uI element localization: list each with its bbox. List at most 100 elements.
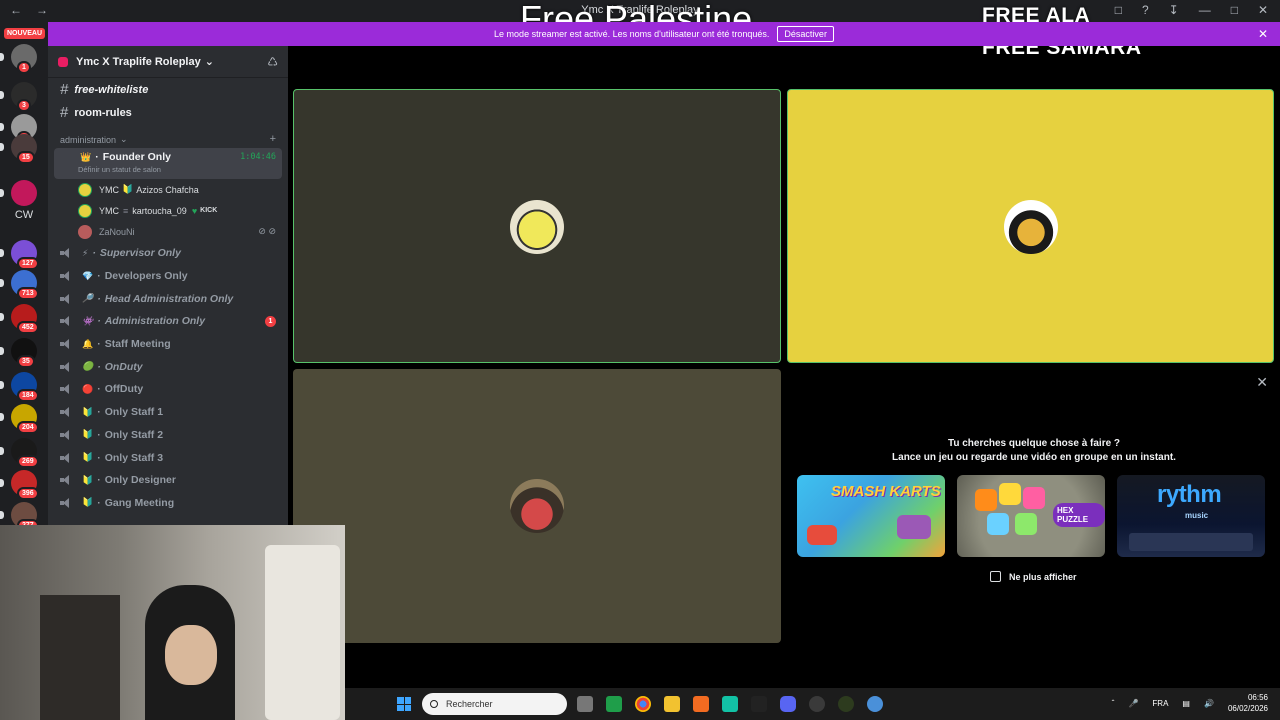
separator-icon: ≡ bbox=[123, 205, 129, 216]
help-icon[interactable]: ? bbox=[1142, 3, 1149, 17]
mention-badge: 3 bbox=[17, 99, 31, 112]
speaker-icon bbox=[60, 407, 72, 418]
voice-channel[interactable]: 🔰 · Only Staff 3 bbox=[48, 446, 288, 469]
voice-channel[interactable]: 🔎 · Head Administration Only bbox=[48, 287, 288, 310]
voice-channel[interactable]: 🔰 · Only Designer bbox=[48, 469, 288, 492]
add-member-icon[interactable]: ♺ bbox=[267, 55, 278, 69]
date: 06/02/2026 bbox=[1227, 704, 1268, 713]
voice-member[interactable]: YMC ≡ kartoucha_09 ♥ KICK bbox=[48, 200, 288, 221]
download-icon[interactable]: ↧ bbox=[1169, 3, 1179, 17]
microphone-icon[interactable]: 🎤 bbox=[1128, 699, 1138, 708]
voice-member[interactable]: ZaNouNi ⊘ ⊘ bbox=[48, 221, 288, 242]
speaker-icon bbox=[60, 361, 72, 372]
hex-tile bbox=[975, 489, 997, 511]
crown-icon: 👑 bbox=[80, 151, 92, 162]
game-title: SMASH KARTS bbox=[831, 483, 941, 500]
channel-status[interactable]: Définir un statut de salon bbox=[60, 165, 282, 174]
taskbar-search[interactable]: Rechercher bbox=[422, 693, 567, 715]
search-placeholder: Rechercher bbox=[446, 699, 493, 709]
text-channel-free-whiteliste[interactable]: # free-whiteliste bbox=[48, 78, 288, 101]
bullet-dot: · bbox=[97, 292, 101, 305]
voice-channel[interactable]: 👾 · Administration Only 1 bbox=[48, 310, 288, 333]
bullet-dot: · bbox=[97, 315, 101, 328]
clock[interactable]: 06:56 06/02/2026 bbox=[1228, 692, 1268, 714]
text-channel-room-rules[interactable]: # room-rules bbox=[48, 101, 288, 124]
volume-icon[interactable]: 🔊 bbox=[1204, 699, 1214, 708]
disable-streamer-button[interactable]: Désactiver bbox=[777, 26, 834, 42]
call-timer: 1:04:46 bbox=[240, 152, 276, 162]
member-tag: YMC bbox=[99, 184, 119, 195]
chrome-icon[interactable] bbox=[635, 696, 651, 712]
webcam-face bbox=[165, 625, 217, 685]
voice-channel[interactable]: ⚡ · Supervisor Only bbox=[48, 242, 288, 265]
minimize-icon[interactable]: — bbox=[1199, 3, 1211, 17]
channel-emoji-icon: 🔰 bbox=[82, 406, 94, 417]
voice-channel[interactable]: 🟢 · OnDuty bbox=[48, 355, 288, 378]
file-explorer-icon[interactable] bbox=[664, 696, 680, 712]
category-administration[interactable]: administration ⌄ + bbox=[48, 124, 288, 148]
close-icon[interactable]: ✕ bbox=[1256, 374, 1268, 391]
bullet-dot: · bbox=[97, 360, 101, 373]
channel-label: Developers Only bbox=[104, 270, 188, 283]
app-icon[interactable] bbox=[838, 696, 854, 712]
app-icon[interactable] bbox=[693, 696, 709, 712]
muted-deafened-icon: ⊘ ⊘ bbox=[258, 226, 276, 236]
voice-channel[interactable]: 🔰 · Only Staff 2 bbox=[48, 424, 288, 447]
close-window-icon[interactable]: ✕ bbox=[1258, 3, 1268, 17]
server-name: Ymc X Traplife Roleplay bbox=[76, 55, 201, 68]
voice-member[interactable]: YMC 🔰 Azizos Chafcha bbox=[48, 179, 288, 200]
webcam-furniture bbox=[40, 595, 120, 720]
bullet-dot: · bbox=[97, 270, 101, 283]
settings-icon[interactable] bbox=[867, 696, 883, 712]
activity-suggestions: ✕ Tu cherches quelque chose à faire ? La… bbox=[788, 370, 1280, 644]
speaker-icon bbox=[60, 271, 72, 282]
bullet-dot: · bbox=[97, 338, 101, 351]
chevron-down-icon: ⌄ bbox=[204, 56, 214, 68]
voice-channel[interactable]: 🔰 · Gang Meeting bbox=[48, 492, 288, 515]
mention-badge: 35 bbox=[17, 355, 35, 368]
inbox-icon[interactable]: □ bbox=[1115, 3, 1122, 17]
hex-tile bbox=[1015, 513, 1037, 535]
channel-label: Supervisor Only bbox=[99, 247, 181, 260]
game-card-hex-puzzle[interactable]: HEX PUZZLE bbox=[957, 475, 1105, 557]
voice-channel[interactable]: 🔔 · Staff Meeting bbox=[48, 333, 288, 356]
video-tile-3[interactable] bbox=[293, 369, 781, 643]
obs-icon[interactable] bbox=[809, 696, 825, 712]
game-card-rythm[interactable]: rythm music bbox=[1117, 475, 1265, 557]
bullet-dot: · bbox=[97, 474, 101, 487]
maximize-icon[interactable]: □ bbox=[1231, 3, 1238, 17]
server-rail: NOUVEAU CW 13115127713452351842042693962… bbox=[0, 22, 48, 532]
server-header[interactable]: Ymc X Traplife Roleplay ⌄ ♺ bbox=[48, 46, 288, 78]
video-tile-1[interactable] bbox=[293, 89, 781, 363]
game-card-smash-karts[interactable]: SMASH KARTS bbox=[797, 475, 945, 557]
discord-icon[interactable] bbox=[780, 696, 796, 712]
video-tile-2[interactable] bbox=[787, 89, 1274, 363]
checkbox[interactable] bbox=[990, 571, 1001, 582]
webcam-door bbox=[265, 545, 340, 720]
chevron-up-icon[interactable]: ˆ bbox=[1112, 699, 1115, 708]
lang-indicator[interactable]: FRA bbox=[1152, 699, 1168, 708]
voice-channel[interactable]: 💎 · Developers Only bbox=[48, 265, 288, 288]
app-icon[interactable] bbox=[606, 696, 622, 712]
app-icon[interactable] bbox=[722, 696, 738, 712]
windows-start-icon[interactable] bbox=[397, 697, 411, 711]
voice-channel[interactable]: 🔴 · OffDuty bbox=[48, 378, 288, 401]
network-icon[interactable]: ▤ bbox=[1182, 699, 1190, 708]
dont-show-again[interactable]: Ne plus afficher bbox=[990, 571, 1077, 582]
voice-channel[interactable]: 🔰 · Only Staff 1 bbox=[48, 401, 288, 424]
channel-emoji-icon: 👾 bbox=[82, 315, 94, 326]
app-icon[interactable] bbox=[751, 696, 767, 712]
windows-taskbar: Rechercher ˆ 🎤 FRA ▤ 🔊 06:56 06/02/2026 bbox=[345, 688, 1280, 720]
member-name: Azizos Chafcha bbox=[136, 184, 199, 195]
add-channel-icon[interactable]: + bbox=[270, 133, 276, 145]
avatar bbox=[1004, 200, 1058, 254]
chevron-down-icon: ⌄ bbox=[120, 134, 128, 144]
avatar bbox=[510, 200, 564, 254]
heart-icon: ♥ bbox=[191, 205, 198, 216]
hash-icon: # bbox=[60, 104, 69, 121]
task-view-icon[interactable] bbox=[577, 696, 593, 712]
server-icon[interactable] bbox=[11, 180, 37, 206]
channel-label: Only Staff 2 bbox=[104, 428, 164, 441]
close-banner-icon[interactable]: ✕ bbox=[1258, 27, 1268, 41]
voice-channel-founder-only[interactable]: 👑 · Founder Only 1:04:46 Définir un stat… bbox=[54, 148, 282, 179]
